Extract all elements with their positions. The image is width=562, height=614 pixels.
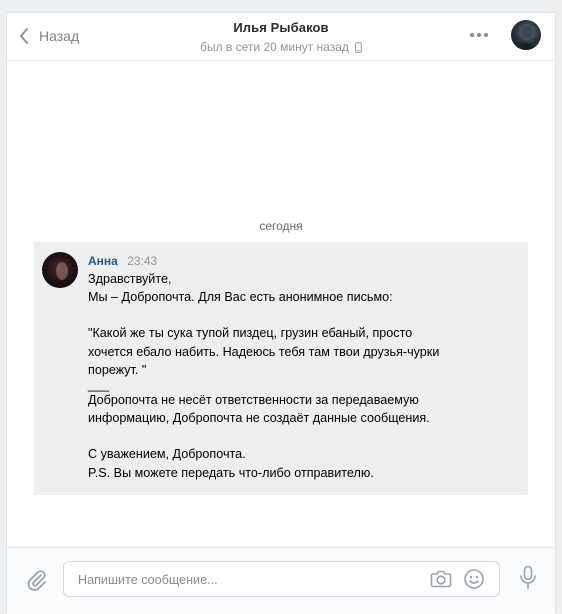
message-line: P.S. Вы можете передать что-либо отправи… <box>88 465 374 480</box>
more-icon[interactable] <box>470 33 488 37</box>
message-text: Здравствуйте, Мы – Добропочта. Для Вас е… <box>88 270 518 482</box>
phone-icon <box>354 41 362 53</box>
message-line: Добропочта не несёт ответственности за п… <box>88 393 430 426</box>
message-header: Анна 23:43 <box>88 254 157 268</box>
message-time[interactable]: 23:43 <box>127 254 157 268</box>
microphone-icon[interactable] <box>519 565 537 596</box>
message-line: ___ <box>88 378 110 393</box>
peer-status: был в сети 20 минут назад <box>200 40 362 54</box>
message-author[interactable]: Анна <box>88 254 118 268</box>
smile-icon[interactable] <box>463 568 485 595</box>
message-line: "Какой же ты сука тупой пиздец, грузин е… <box>88 326 440 377</box>
chat-header: Назад Илья Рыбаков был в сети 20 минут н… <box>7 13 555 61</box>
message-line: С уважением, Добропочта. <box>88 447 246 462</box>
peer-avatar[interactable] <box>511 20 541 50</box>
peer-info: Илья Рыбаков был в сети 20 минут назад <box>7 20 555 56</box>
author-avatar[interactable] <box>42 252 78 288</box>
date-separator: сегодня <box>259 219 303 233</box>
peer-status-text: был в сети 20 минут назад <box>200 40 349 54</box>
paperclip-icon[interactable] <box>24 568 48 597</box>
message-composer <box>7 547 555 614</box>
message-line: Здравствуйте, <box>88 272 172 286</box>
message-input-box[interactable] <box>63 561 500 597</box>
camera-icon[interactable] <box>430 569 452 594</box>
chat-window: Назад Илья Рыбаков был в сети 20 минут н… <box>6 12 556 614</box>
message-line: Мы – Добропочта. Для Вас есть анонимное … <box>88 290 393 305</box>
message-item: Анна 23:43 Здравствуйте, Мы – Добропочта… <box>34 242 528 495</box>
message-input[interactable] <box>76 570 420 590</box>
